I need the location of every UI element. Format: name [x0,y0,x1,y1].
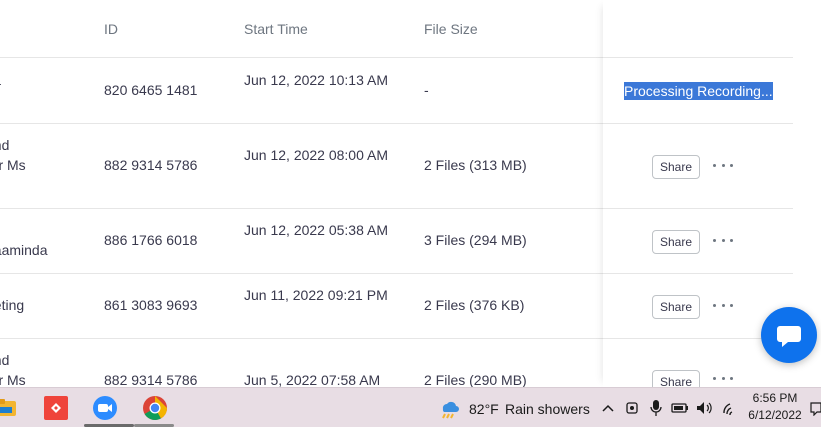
start-time: Jun 11, 2022 09:21 PM [244,287,388,303]
taskbar: 82°F Rain showers 6:56 PM 6/12/2022 [0,387,821,427]
column-header-start-time[interactable]: Start Time [244,21,308,37]
topic-line: n [0,90,62,110]
meeting-id: 882 9314 5786 [104,372,198,387]
share-button[interactable]: Share [652,295,700,319]
taskbar-clock[interactable]: 6:56 PM 6/12/2022 [745,390,805,424]
meeting-id: 861 3083 9693 [104,297,198,313]
more-options-icon[interactable] [713,233,733,247]
start-time: Jun 12, 2022 10:13 AM [244,72,388,88]
processing-recording-status: Processing Recording... [624,82,773,100]
topic-line: rer Ms [0,372,26,387]
file-size: 2 Files (376 KB) [424,297,525,313]
topic-line: eeting [0,297,25,313]
meeting-id: 820 6465 1481 [104,82,198,98]
file-size: 2 Files (313 MB) [424,157,527,173]
topic-line: t 1 [0,70,62,90]
clock-time: 6:56 PM [752,391,798,405]
topic-line: s [0,220,62,240]
chat-button[interactable] [761,307,817,363]
start-time: Jun 12, 2022 05:38 AM [244,222,388,238]
more-options-icon[interactable] [713,158,733,172]
share-button[interactable]: Share [652,230,700,254]
share-button[interactable]: Share [652,155,700,179]
topic-line: and [0,137,10,153]
start-time: Jun 12, 2022 08:00 AM [244,147,388,163]
topic-line: rer Ms [0,157,26,173]
meeting-topic[interactable]: and rer Ms [0,135,62,175]
meeting-topic[interactable]: t 1 n [0,70,62,110]
zoom-icon[interactable] [91,394,119,422]
weather-temperature[interactable]: 82°F [469,401,499,417]
notification-icon[interactable] [808,394,821,422]
chat-bubble-icon [777,326,801,347]
chrome-icon[interactable] [141,394,169,422]
anydesk-icon[interactable] [42,394,70,422]
column-header-id[interactable]: ID [104,21,118,37]
recordings-page: ID Start Time File Size t 1 n 820 6465 1… [0,0,821,387]
more-options-icon[interactable] [713,298,733,312]
speaker-icon[interactable] [693,394,715,422]
meeting-topic[interactable]: eeting [0,295,62,315]
battery-icon[interactable] [669,394,691,422]
topic-line: and [0,352,10,368]
file-explorer-icon[interactable] [0,394,20,422]
meet-now-icon[interactable] [621,394,643,422]
clock-date: 6/12/2022 [748,408,802,422]
file-size: 3 Files (294 MB) [424,232,527,248]
meeting-topic[interactable]: s naaminda [0,220,62,260]
chevron-up-icon[interactable] [597,394,619,422]
file-size: - [424,82,429,98]
meeting-id: 882 9314 5786 [104,157,198,173]
file-size: 2 Files (290 MB) [424,372,527,387]
meeting-id: 886 1766 6018 [104,232,198,248]
topic-line: naaminda [0,242,48,258]
wifi-icon[interactable] [719,394,741,422]
column-header-file-size[interactable]: File Size [424,21,478,37]
more-options-icon[interactable] [713,371,733,385]
weather-condition[interactable]: Rain showers [505,401,590,417]
meeting-topic[interactable]: and rer Ms [0,350,62,387]
microphone-icon[interactable] [645,394,667,422]
share-button[interactable]: Share [652,370,700,387]
start-time: Jun 5, 2022 07:58 AM [244,372,381,387]
rain-cloud-icon[interactable] [437,394,461,422]
